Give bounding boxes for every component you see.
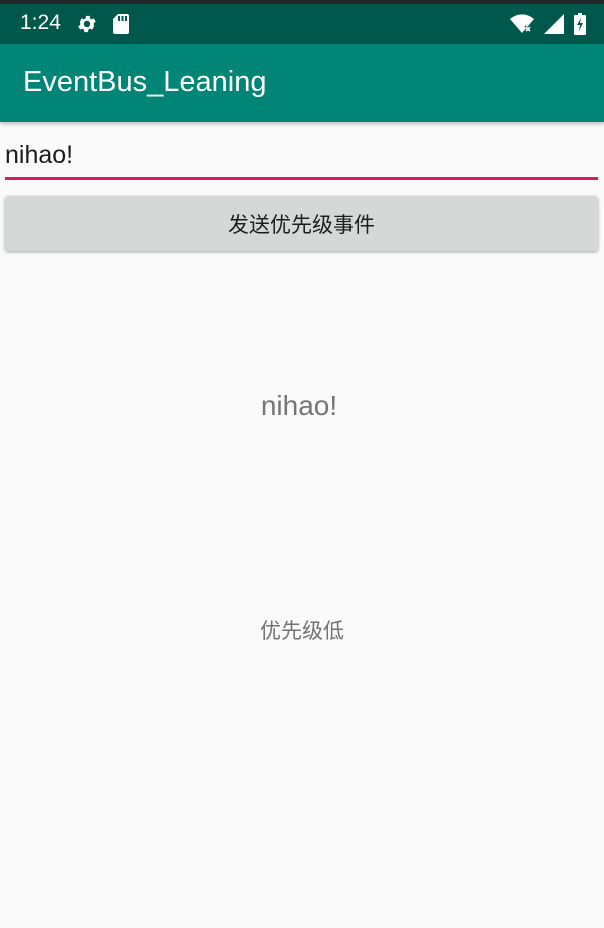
received-message-text: nihao! [260, 390, 338, 421]
wifi-icon [510, 14, 534, 38]
status-bar: 1:24 [0, 0, 604, 44]
battery-icon [574, 13, 586, 39]
settings-icon [76, 13, 98, 39]
send-priority-event-button[interactable]: 发送优先级事件 [5, 196, 598, 251]
app-title: EventBus_Leaning [23, 66, 267, 98]
signal-icon [544, 14, 564, 38]
status-right-icons [510, 13, 586, 39]
message-input[interactable]: nihao! [5, 136, 598, 180]
sd-card-icon [112, 13, 130, 39]
app-bar: EventBus_Leaning [0, 44, 604, 122]
message-input-value[interactable]: nihao! [5, 141, 73, 170]
priority-label: 优先级低 [260, 619, 344, 643]
status-time: 1:24 [20, 11, 61, 34]
status-left-icons [76, 13, 130, 39]
